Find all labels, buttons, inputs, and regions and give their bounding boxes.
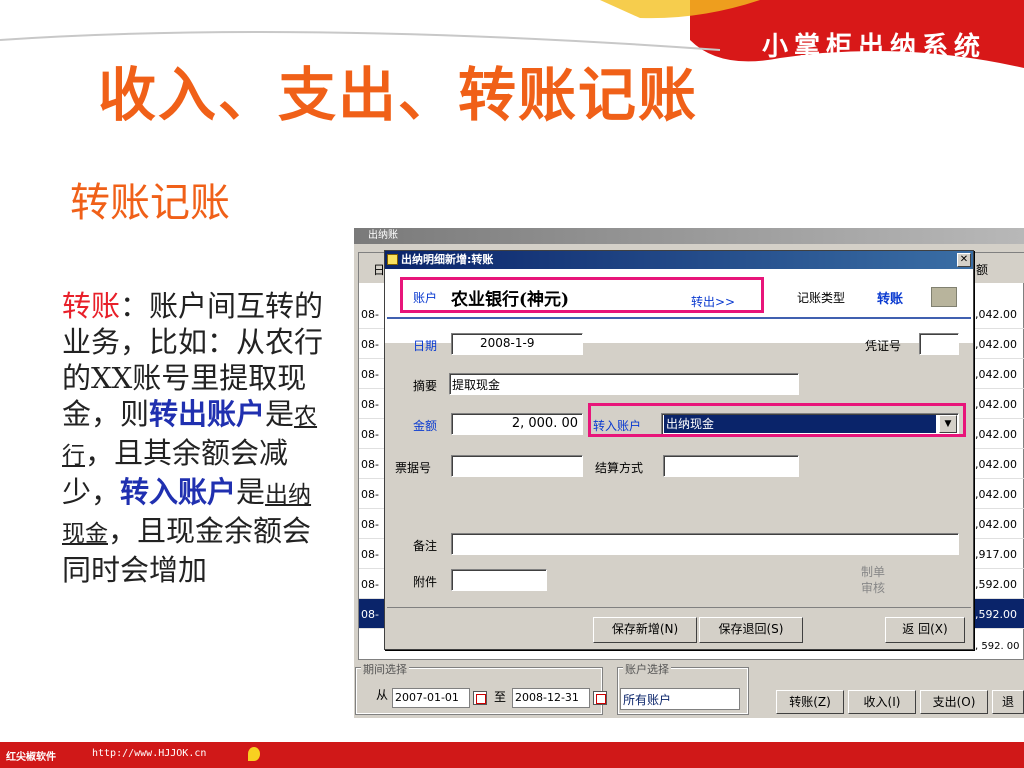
note-field[interactable]: [451, 533, 959, 555]
bill-label: 票据号: [395, 461, 432, 475]
from-date-field[interactable]: 2007-01-01: [392, 688, 470, 708]
app-icon: [387, 254, 398, 265]
account-legend: 账户选择: [623, 661, 671, 677]
pepper-icon: [248, 747, 260, 761]
brand-name: 小掌柜出纳系统: [761, 32, 986, 62]
exit-button[interactable]: 退: [992, 690, 1024, 714]
maker-label: 制单: [861, 565, 886, 579]
settle-field[interactable]: [663, 455, 799, 477]
is-text-1: 是: [265, 397, 295, 431]
return-button[interactable]: 返 回(X): [885, 617, 965, 643]
transfer-button[interactable]: 转账(Z): [776, 690, 844, 714]
is-text-2: 是: [236, 475, 266, 509]
term-colon: ：: [120, 289, 150, 323]
bill-field[interactable]: [451, 455, 583, 477]
dialog-title-bar: 出纳明细新增:转账: [385, 251, 973, 269]
ledger-window-title: 出纳账: [354, 228, 1024, 244]
date-field[interactable]: 2008-1-9: [451, 333, 583, 355]
footer-divider: [387, 607, 971, 608]
account-filter-field[interactable]: 所有账户: [620, 688, 740, 710]
type-indicator-icon: [931, 287, 957, 307]
section-subtitle: 转账记账: [70, 180, 230, 226]
highlight-account: [400, 277, 764, 313]
footer-company: 红尖椒软件: [6, 752, 56, 763]
record-type-value: 转账: [877, 292, 904, 307]
page-title: 收入、支出、转账记账: [98, 61, 699, 129]
close-icon[interactable]: ✕: [957, 253, 971, 267]
footer-url[interactable]: http://www.HJJOK.cn: [92, 748, 206, 759]
description-text: 转账：账户间互转的业务，比如：从农行的XX账号里提取现金，则转出账户是农行，且其…: [62, 288, 334, 588]
period-legend: 期间选择: [361, 661, 409, 677]
to-label: 至: [494, 690, 507, 704]
voucher-label: 凭证号: [865, 339, 902, 353]
footer-total: , 592. 00: [975, 641, 1020, 652]
calendar-icon[interactable]: [593, 691, 607, 705]
voucher-field[interactable]: [919, 333, 959, 355]
income-button[interactable]: 收入(I): [848, 690, 916, 714]
save-back-button[interactable]: 保存退回(S): [699, 617, 803, 643]
out-account-term: 转出账户: [149, 397, 266, 431]
dialog-title: 出纳明细新增:转账: [401, 253, 494, 266]
settle-label: 结算方式: [595, 461, 644, 475]
amount-label: 金额: [413, 419, 438, 433]
column-header-date[interactable]: 日: [359, 253, 385, 283]
attach-field[interactable]: [451, 569, 547, 591]
record-type-label: 记账类型: [797, 291, 846, 305]
expense-button[interactable]: 支出(O): [920, 690, 988, 714]
review-label: 审核: [861, 581, 886, 595]
date-label: 日期: [413, 339, 438, 353]
attach-label: 附件: [413, 575, 438, 589]
save-new-button[interactable]: 保存新增(N): [593, 617, 697, 643]
from-label: 从: [376, 688, 389, 702]
summary-field[interactable]: 提取现金: [449, 373, 799, 395]
term-transfer: 转账: [62, 289, 121, 323]
highlight-in-account: [588, 403, 966, 437]
in-account-term: 转入账户: [120, 475, 237, 509]
header-divider: [387, 317, 971, 319]
new-entry-dialog: 出纳明细新增:转账 ✕ 账户 农业银行(神元) 转出>> 记账类型 转账 日期 …: [384, 250, 974, 650]
amount-field[interactable]: 2, 000. 00: [451, 413, 583, 435]
calendar-icon[interactable]: [473, 691, 487, 705]
to-date-field[interactable]: 2008-12-31: [512, 688, 590, 708]
summary-label: 摘要: [413, 379, 438, 393]
column-header-amount[interactable]: 额: [971, 253, 1024, 283]
note-label: 备注: [413, 539, 438, 553]
app-screenshot: 出纳账 日 额 08- ,042.00 08- ,042.00 08- ,042.00…: [354, 228, 1024, 718]
footer-bar: 红尖椒软件 http://www.HJJOK.cn: [0, 742, 1024, 768]
